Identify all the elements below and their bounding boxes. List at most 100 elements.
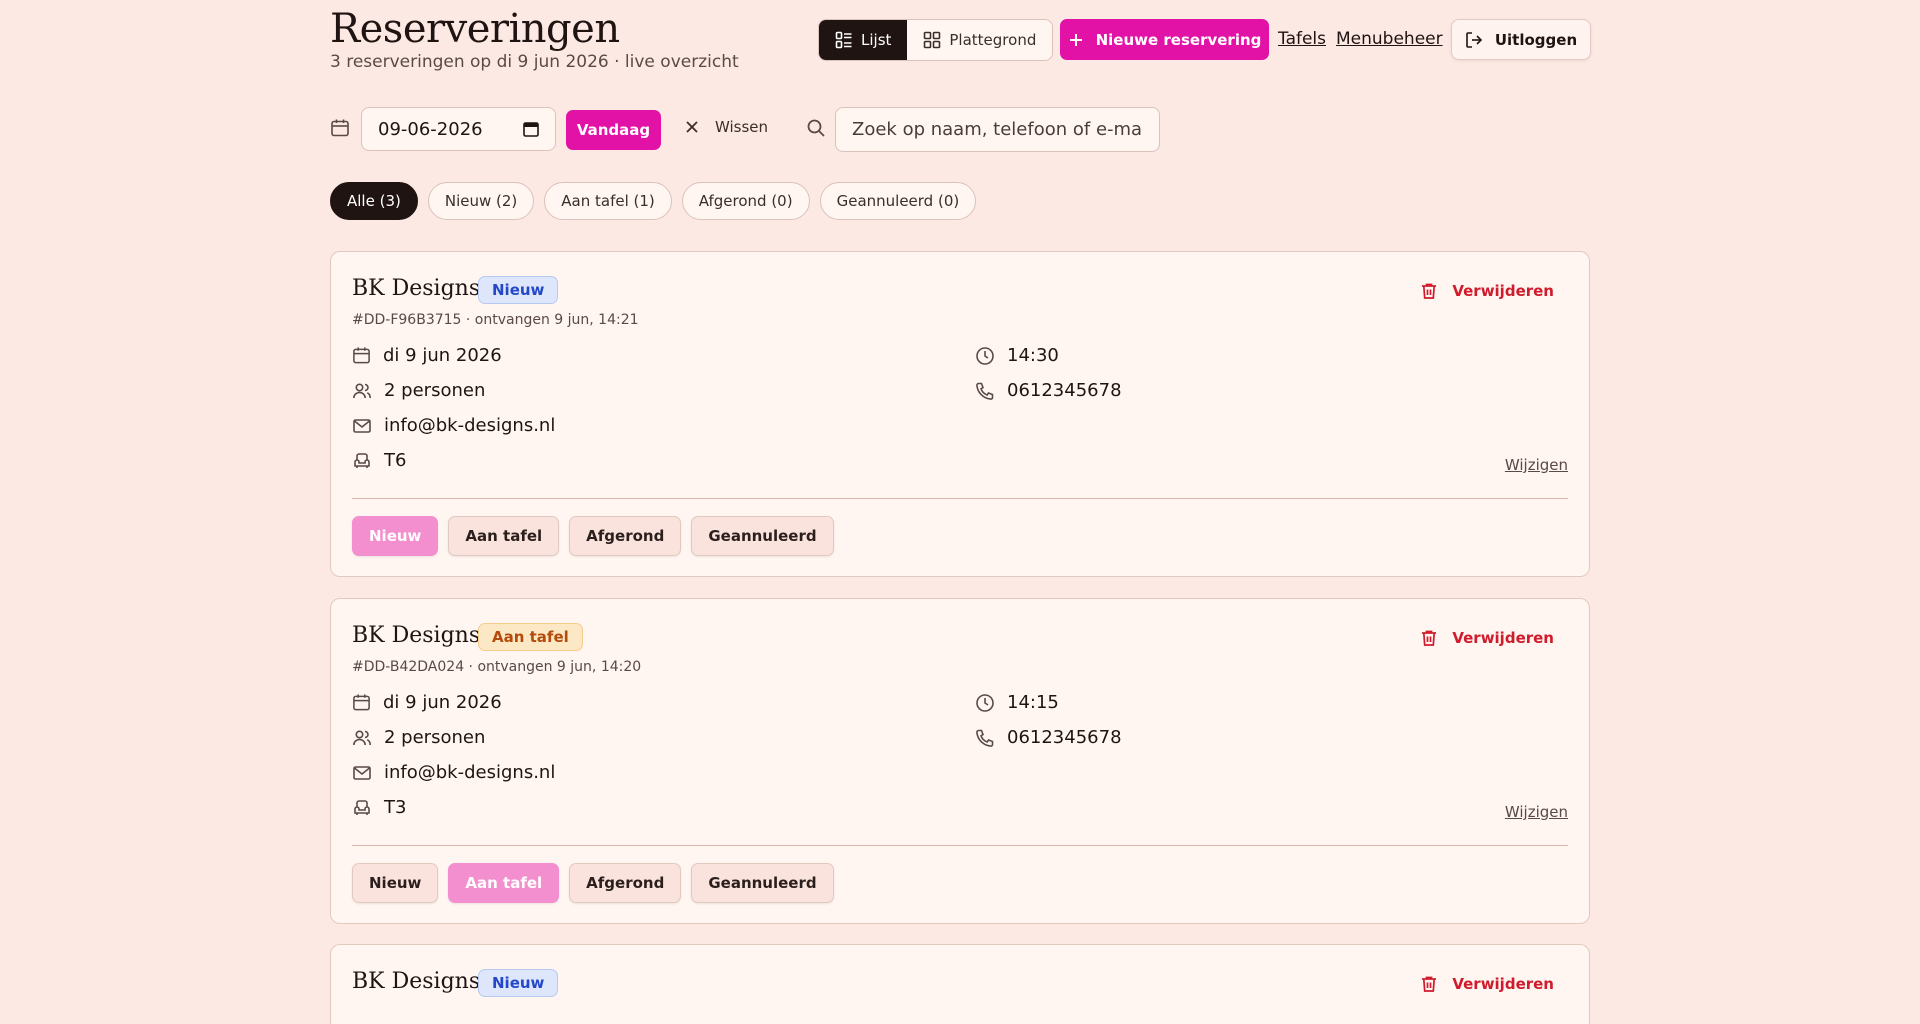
chip-new[interactable]: Nieuw (2) bbox=[427, 182, 535, 220]
mail-icon bbox=[353, 765, 371, 780]
page-header: Reserveringen 3 reserveringen op di 9 ju… bbox=[330, 0, 1591, 100]
mail-icon bbox=[353, 418, 371, 433]
today-button[interactable]: Vandaag bbox=[566, 110, 661, 150]
menu-management-link[interactable]: Menubeheer bbox=[1336, 29, 1443, 49]
edit-link[interactable]: Wijzigen bbox=[1505, 456, 1568, 474]
status-completed-button[interactable]: Afgerond bbox=[569, 863, 682, 903]
users-icon bbox=[353, 382, 371, 398]
clock-icon bbox=[976, 693, 994, 712]
reservation-guests: 2 personen bbox=[352, 380, 485, 401]
status-seated-button[interactable]: Aan tafel bbox=[448, 863, 560, 903]
new-reservation-label: Nieuwe reservering bbox=[1095, 30, 1262, 49]
delete-label: Verwijderen bbox=[1452, 975, 1554, 993]
status-buttons: Nieuw Aan tafel Afgerond Geannuleerd bbox=[352, 516, 834, 556]
delete-button[interactable]: Verwijderen bbox=[1420, 282, 1554, 300]
grid-icon bbox=[924, 31, 941, 49]
page: Reserveringen 3 reserveringen op di 9 ju… bbox=[330, 0, 1591, 1024]
clear-filter-button[interactable]: Wissen bbox=[685, 118, 768, 136]
reservation-time: 14:15 bbox=[975, 692, 1059, 713]
date-text: di 9 jun 2026 bbox=[383, 345, 502, 366]
delete-label: Verwijderen bbox=[1452, 629, 1554, 647]
status-buttons: Nieuw Aan tafel Afgerond Geannuleerd bbox=[352, 863, 834, 903]
guests-text: 2 personen bbox=[384, 727, 486, 748]
search-icon bbox=[806, 118, 826, 142]
page-title: Reserveringen bbox=[330, 6, 620, 52]
time-text: 14:30 bbox=[1007, 345, 1059, 366]
trash-icon bbox=[1422, 283, 1437, 299]
date-input[interactable]: 09-06-2026 bbox=[361, 107, 556, 151]
status-badge: Nieuw bbox=[478, 969, 559, 997]
logout-label: Uitloggen bbox=[1494, 30, 1578, 49]
reservation-name: BK Designs bbox=[352, 969, 481, 994]
table-text: T3 bbox=[384, 797, 407, 818]
status-seated-button[interactable]: Aan tafel bbox=[448, 516, 560, 556]
reservation-guests: 2 personen bbox=[352, 727, 485, 748]
chip-seated[interactable]: Aan tafel (1) bbox=[544, 182, 672, 220]
list-icon bbox=[835, 31, 852, 49]
reservation-card: BK Designs Aan tafel #DD-B42DA024 · ontv… bbox=[330, 598, 1590, 924]
status-new-button[interactable]: Nieuw bbox=[352, 863, 439, 903]
date-text: di 9 jun 2026 bbox=[383, 692, 502, 713]
page-subtitle: 3 reserveringen op di 9 jun 2026 · live … bbox=[330, 52, 739, 72]
chip-completed[interactable]: Afgerond (0) bbox=[681, 182, 810, 220]
new-reservation-button[interactable]: Nieuwe reservering bbox=[1060, 19, 1269, 60]
calendar-picker-icon[interactable] bbox=[523, 121, 539, 137]
status-badge: Nieuw bbox=[478, 276, 559, 304]
status-new-button[interactable]: Nieuw bbox=[352, 516, 439, 556]
reservation-name: BK Designs bbox=[352, 276, 481, 301]
trash-icon bbox=[1422, 630, 1437, 646]
edit-link[interactable]: Wijzigen bbox=[1505, 803, 1568, 821]
trash-icon bbox=[1422, 976, 1437, 992]
reservation-email: info@bk-designs.nl bbox=[352, 415, 555, 436]
reservation-card: BK Designs Nieuw Verwijderen bbox=[330, 944, 1590, 1024]
tables-link[interactable]: Tafels bbox=[1278, 29, 1326, 49]
phone-text: 0612345678 bbox=[1007, 380, 1122, 401]
calendar-icon bbox=[353, 347, 370, 364]
guests-text: 2 personen bbox=[384, 380, 486, 401]
table-text: T6 bbox=[384, 450, 407, 471]
card-divider bbox=[352, 845, 1568, 846]
email-text: info@bk-designs.nl bbox=[384, 762, 556, 783]
logout-icon bbox=[1466, 31, 1482, 48]
phone-text: 0612345678 bbox=[1007, 727, 1122, 748]
card-divider bbox=[352, 498, 1568, 499]
view-toggle: Lijst Plattegrond bbox=[818, 19, 1054, 61]
reservation-table: T6 bbox=[352, 450, 406, 471]
clock-icon bbox=[976, 346, 994, 365]
view-floorplan-button[interactable]: Plattegrond bbox=[907, 20, 1052, 60]
calendar-icon bbox=[353, 694, 370, 711]
chip-all[interactable]: Alle (3) bbox=[330, 182, 418, 220]
reservation-date: di 9 jun 2026 bbox=[352, 345, 502, 366]
view-list-button[interactable]: Lijst bbox=[819, 20, 908, 60]
reservation-date: di 9 jun 2026 bbox=[352, 692, 502, 713]
status-completed-button[interactable]: Afgerond bbox=[569, 516, 682, 556]
status-filter-chips: Alle (3) Nieuw (2) Aan tafel (1) Afgeron… bbox=[330, 180, 1590, 252]
users-icon bbox=[353, 729, 371, 745]
time-text: 14:15 bbox=[1007, 692, 1059, 713]
chair-icon bbox=[354, 452, 370, 468]
reservation-email: info@bk-designs.nl bbox=[352, 762, 555, 783]
view-floorplan-label: Plattegrond bbox=[949, 31, 1037, 49]
reservation-name: BK Designs bbox=[352, 623, 481, 648]
phone-icon bbox=[976, 729, 994, 747]
view-list-label: Lijst bbox=[861, 31, 892, 49]
reservation-card: BK Designs Nieuw #DD-F96B3715 · ontvange… bbox=[330, 251, 1590, 577]
search-input[interactable] bbox=[835, 107, 1160, 152]
status-badge: Aan tafel bbox=[478, 623, 583, 651]
delete-button[interactable]: Verwijderen bbox=[1420, 629, 1554, 647]
reservation-meta: #DD-B42DA024 · ontvangen 9 jun, 14:20 bbox=[352, 659, 642, 675]
delete-button[interactable]: Verwijderen bbox=[1420, 975, 1554, 993]
logout-button[interactable]: Uitloggen bbox=[1451, 19, 1591, 60]
reservation-phone: 0612345678 bbox=[975, 380, 1122, 401]
plus-icon bbox=[1069, 33, 1082, 46]
reservation-phone: 0612345678 bbox=[975, 727, 1122, 748]
chair-icon bbox=[354, 799, 370, 815]
reservation-meta: #DD-F96B3715 · ontvangen 9 jun, 14:21 bbox=[352, 312, 639, 328]
close-icon bbox=[686, 121, 698, 133]
status-cancelled-button[interactable]: Geannuleerd bbox=[691, 863, 834, 903]
delete-label: Verwijderen bbox=[1452, 282, 1554, 300]
status-cancelled-button[interactable]: Geannuleerd bbox=[691, 516, 834, 556]
phone-icon bbox=[976, 382, 994, 400]
chip-cancelled[interactable]: Geannuleerd (0) bbox=[819, 182, 977, 220]
email-text: info@bk-designs.nl bbox=[384, 415, 556, 436]
